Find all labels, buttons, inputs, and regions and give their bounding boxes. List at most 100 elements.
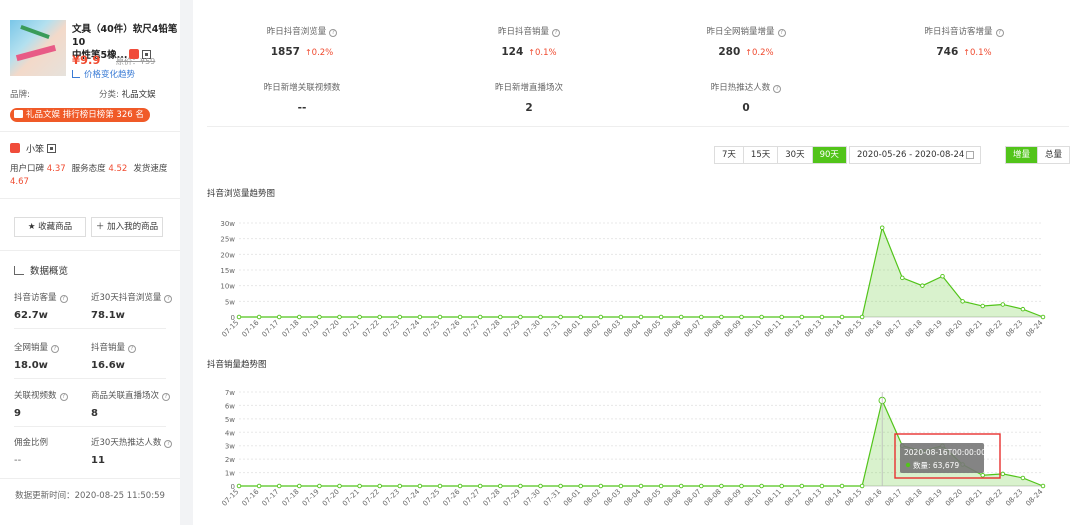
data-point — [618, 483, 624, 489]
x-tick-label: 08-09 — [723, 488, 743, 508]
x-tick-label: 07-31 — [542, 319, 562, 339]
help-icon[interactable]: ? — [995, 29, 1004, 37]
data-point — [337, 314, 342, 320]
category-label: 分类: — [99, 90, 119, 100]
overview-stat-value: 11 — [91, 455, 105, 466]
x-tick-label: 07-17 — [261, 319, 281, 339]
divider — [14, 426, 166, 427]
data-point — [518, 483, 523, 489]
sales-trend-chart[interactable]: 01w2w3w4w5w6w7w07-15 07-16 07-17 07-18 07-19… — [193, 380, 1080, 525]
x-tick-label: 08-24 — [1024, 318, 1044, 338]
help-icon[interactable]: ? — [51, 345, 60, 353]
shop-name-row[interactable]: 小笨 — [10, 142, 57, 155]
x-tick-label: 08-14 — [823, 318, 843, 338]
data-point — [859, 483, 865, 489]
data-point — [799, 483, 805, 489]
overview-stat: 抖音访客量? 62.7w — [14, 291, 94, 321]
help-icon[interactable]: ? — [59, 393, 68, 401]
help-icon[interactable]: ? — [329, 29, 338, 37]
data-point — [618, 314, 624, 320]
product-thumbnail[interactable] — [10, 20, 66, 76]
top-stat-label: 昨日抖音访客增量? — [864, 25, 1064, 37]
data-point — [1040, 314, 1046, 320]
data-point — [1000, 471, 1006, 477]
data-point — [879, 225, 885, 230]
x-tick-label: 07-29 — [502, 319, 522, 339]
views-trend-chart[interactable]: 05w10w15w20w25w30w07-15 07-16 07-17 07-18 07… — [193, 205, 1080, 345]
x-tick-label: 07-26 — [441, 318, 461, 338]
x-tick-label: 08-13 — [803, 319, 823, 339]
x-tick-label: 08-24 — [1024, 487, 1044, 507]
help-icon[interactable]: ? — [777, 29, 786, 37]
divider — [0, 478, 180, 479]
help-icon[interactable]: ? — [59, 295, 68, 303]
x-tick-label: 08-23 — [1004, 488, 1024, 508]
data-point — [256, 483, 262, 489]
data-point — [759, 483, 764, 489]
x-tick-label: 07-22 — [361, 319, 381, 339]
shop-qr-icon[interactable] — [47, 144, 57, 153]
x-tick-label: 08-02 — [582, 488, 602, 508]
x-tick-label: 08-04 — [622, 318, 642, 338]
top-stat-label: 昨日抖音销量? — [429, 25, 629, 37]
top-stat-number: 280 — [718, 46, 741, 58]
tooltip-legend-dot — [905, 462, 911, 468]
data-point — [779, 314, 784, 320]
data-point — [739, 314, 744, 320]
range-button[interactable]: 15天 — [743, 147, 779, 163]
top-stat-number: 2 — [525, 102, 533, 114]
data-point — [558, 314, 563, 320]
data-point — [980, 303, 985, 309]
top-stat-change: ↑0.1% — [963, 48, 991, 58]
data-point — [377, 314, 382, 320]
help-icon[interactable]: ? — [552, 29, 560, 37]
data-point — [477, 314, 483, 320]
data-point — [317, 314, 322, 320]
x-tick-label: 08-20 — [944, 319, 964, 339]
add-product-button[interactable]: ＋ 加入我的商品 — [91, 217, 163, 237]
mode-button[interactable]: 增量 — [1006, 147, 1039, 163]
x-tick-label: 08-12 — [783, 488, 803, 508]
rank-badge[interactable]: 礼品文娱 排行榜日榜第 326 名 — [10, 108, 150, 122]
price-trend-link[interactable]: 价格变化趋势 — [72, 68, 135, 80]
data-point — [397, 314, 403, 320]
help-icon[interactable]: ? — [162, 393, 171, 401]
top-stat-number: 0 — [742, 102, 750, 114]
favorite-button[interactable]: ★ 收藏商品 — [14, 217, 86, 237]
top-stat-change-value: 0.1% — [970, 48, 992, 58]
brand-label: 品牌: — [10, 90, 30, 100]
overview-stat-label: 抖音销量? — [91, 341, 171, 353]
original-price: 原价：¥59 — [116, 57, 156, 66]
help-icon[interactable]: ? — [773, 85, 782, 93]
help-icon[interactable]: ? — [164, 440, 173, 448]
tooltip-date: 2020-08-16T00:00:00 — [904, 448, 986, 457]
x-tick-label: 07-31 — [542, 488, 562, 508]
data-point — [839, 483, 845, 489]
data-point — [1020, 475, 1026, 481]
product-card: 文具（40件）软尺4铅笔10 中性笔5橡... ¥9.9 原价：¥59 价格变化… — [10, 20, 177, 80]
data-point — [859, 314, 865, 320]
mode-button[interactable]: 总量 — [1038, 147, 1070, 163]
overview-stat-label: 近30天热推达人数? — [91, 436, 173, 448]
range-button[interactable]: 90天 — [812, 147, 846, 163]
data-point — [477, 483, 483, 489]
date-range-picker[interactable]: 2020-05-26 - 2020-08-24 — [849, 146, 981, 164]
top-stat-value: 124 ↑0.1% — [429, 46, 629, 58]
help-icon[interactable]: ? — [164, 295, 173, 303]
x-tick-label: 07-16 — [240, 487, 260, 507]
data-point — [699, 483, 704, 489]
y-tick-label: 20w — [220, 251, 235, 259]
x-tick-label: 07-27 — [462, 319, 482, 339]
overview-stat-label: 关联视频数? — [14, 389, 94, 401]
data-point — [598, 314, 604, 320]
help-icon[interactable]: ? — [128, 345, 137, 353]
x-tick-label: 07-22 — [361, 488, 381, 508]
series-area — [239, 227, 1043, 317]
main-panel: 昨日抖音浏览量? 1857 ↑0.2% 昨日抖音销量? 124 ↑0.1% 昨日全网销量增量… — [193, 0, 1080, 525]
data-point — [819, 483, 825, 489]
range-button[interactable]: 30天 — [778, 147, 813, 163]
range-button[interactable]: 7天 — [715, 147, 744, 163]
data-point — [719, 314, 724, 320]
arrow-up-icon: ↑ — [304, 48, 312, 57]
x-tick-label: 07-30 — [522, 488, 542, 508]
